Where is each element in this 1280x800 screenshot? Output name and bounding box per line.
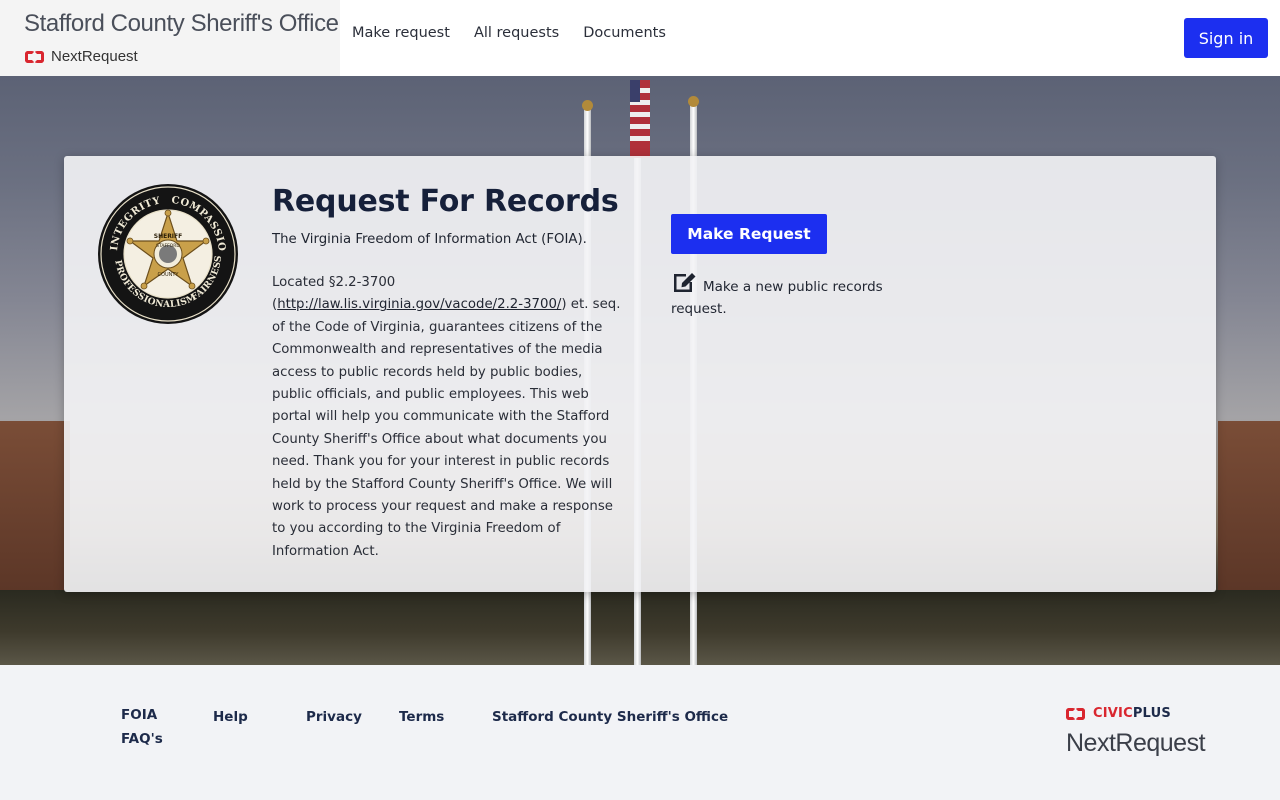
civicplus-word-civic: CIVIC — [1093, 706, 1133, 721]
footer-link-privacy[interactable]: Privacy — [306, 709, 362, 725]
civicplus-logo-icon — [25, 50, 46, 64]
product-name: NextRequest — [51, 48, 138, 65]
foia-subtitle: The Virginia Freedom of Information Act … — [272, 232, 587, 247]
intro-text-suffix: ) et. seq. of the Code of Virginia, guar… — [272, 297, 621, 559]
top-header: Stafford County Sheriff's Office NextReq… — [0, 0, 1280, 76]
main-nav: Make request All requests Documents — [352, 25, 666, 41]
civicplus-mark-icon — [1066, 707, 1087, 721]
make-request-description: Make a new public records request. — [671, 270, 911, 320]
sign-in-button[interactable]: Sign in — [1184, 18, 1268, 58]
request-card: INTEGRITY COMPASSION PROFESSIONALISM FAI… — [64, 156, 1216, 592]
make-request-desc-text: Make a new public records request. — [671, 279, 883, 317]
building-left — [0, 421, 70, 601]
seal-text-sheriff: SHERIFF — [154, 233, 183, 240]
nextrequest-brand: NextRequest — [25, 48, 138, 65]
footer-link-foia-faqs[interactable]: FOIA FAQ's — [121, 703, 181, 751]
footer-link-terms[interactable]: Terms — [399, 709, 444, 725]
us-flag-icon — [630, 80, 650, 158]
vacode-link[interactable]: http://law.lis.virginia.gov/vacode/2.2-3… — [277, 297, 561, 312]
page-title: Request For Records — [272, 184, 619, 219]
intro-text: Located §2.2-3700 (http://law.lis.virgin… — [272, 272, 626, 563]
nav-all-requests[interactable]: All requests — [474, 25, 559, 41]
brand-block[interactable]: Stafford County Sheriff's Office NextReq… — [0, 0, 340, 76]
make-request-button[interactable]: Make Request — [671, 214, 827, 254]
civicplus-word-plus: PLUS — [1132, 706, 1171, 721]
nav-documents[interactable]: Documents — [583, 25, 666, 41]
nav-make-request[interactable]: Make request — [352, 25, 450, 41]
seal-text-county: COUNTY — [158, 272, 180, 278]
civicplus-wordmark: CIVICPLUS — [1093, 706, 1171, 721]
flagpole-right-top — [688, 96, 699, 107]
building-right — [1218, 421, 1280, 601]
org-title[interactable]: Stafford County Sheriff's Office — [24, 10, 339, 38]
footer-link-org[interactable]: Stafford County Sheriff's Office — [492, 709, 728, 725]
sheriff-seal-icon: INTEGRITY COMPASSION PROFESSIONALISM FAI… — [97, 183, 238, 324]
footer-nextrequest-logo: NextRequest — [1066, 729, 1206, 757]
edit-icon — [674, 273, 696, 292]
footer: FOIA FAQ's Help Privacy Terms Stafford C… — [0, 665, 1280, 800]
seal-text-stafford: STAFFORD — [156, 243, 180, 249]
civicplus-logo: CIVICPLUS — [1066, 706, 1171, 721]
footer-link-help[interactable]: Help — [213, 709, 248, 725]
flagpole-left-top — [582, 100, 593, 111]
